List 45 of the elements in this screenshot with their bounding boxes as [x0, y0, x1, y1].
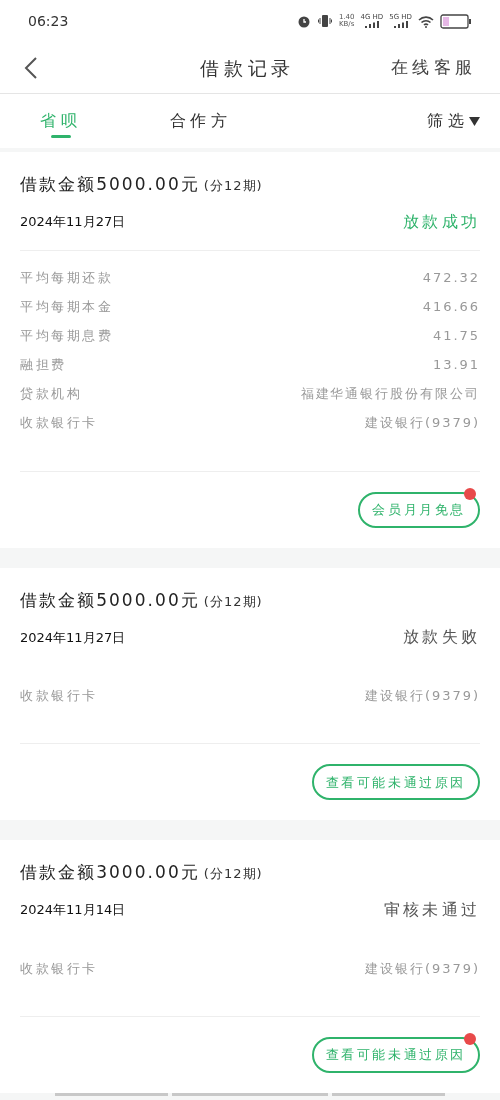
- loan-term: (分12期): [203, 865, 263, 884]
- detail-label: 平均每期息费: [20, 326, 114, 345]
- loan-date: 2024年11月27日: [20, 213, 126, 232]
- loan-status: 放款成功: [403, 211, 480, 233]
- loan-amount: 借款金额3000.00元: [20, 861, 200, 885]
- action-button[interactable]: 查看可能未通过原因: [311, 764, 480, 801]
- loan-term: (分12期): [203, 177, 263, 196]
- loan-date: 2024年11月27日: [20, 628, 126, 647]
- signal-icon: [363, 21, 380, 29]
- loan-amount: 借款金额5000.00元: [20, 173, 200, 197]
- loan-status: 审核未通过: [384, 899, 480, 921]
- detail-label: 融担费: [20, 355, 67, 374]
- detail-label: 收款银行卡: [20, 959, 98, 978]
- dropdown-icon: [469, 116, 480, 126]
- detail-label: 平均每期本金: [20, 297, 114, 316]
- status-time: 06:23: [28, 11, 69, 31]
- detail-label: 收款银行卡: [20, 687, 98, 706]
- loan-status: 放款失败: [403, 626, 480, 649]
- signal-icon: [392, 21, 409, 29]
- back-icon: [24, 55, 38, 80]
- detail-value: 建设银行(9379): [365, 687, 480, 706]
- detail-label: 平均每期还款: [20, 268, 114, 287]
- detail-value: 建设银行(9379): [365, 413, 480, 432]
- detail-value: 41.75: [433, 326, 480, 345]
- battery-icon: [440, 13, 472, 29]
- action-button[interactable]: 查看可能未通过原因: [311, 1037, 480, 1073]
- tab[interactable]: 省呗: [20, 93, 102, 149]
- wifi-icon: [418, 14, 434, 28]
- detail-value: 福建华通银行股份有限公司: [300, 384, 480, 403]
- detail-value: 416.66: [422, 297, 480, 316]
- action-button[interactable]: 会员月月免息: [358, 492, 480, 528]
- alarm-icon: [296, 14, 311, 29]
- detail-label: 贷款机构: [20, 384, 83, 403]
- filter-button[interactable]: 筛选: [427, 109, 469, 134]
- tab[interactable]: 合作方: [149, 93, 252, 149]
- customer-service-link[interactable]: 在线客服: [391, 55, 476, 81]
- detail-label: 收款银行卡: [20, 413, 98, 432]
- loan-amount: 借款金额5000.00元: [20, 589, 200, 612]
- detail-value: 472.32: [422, 268, 480, 287]
- vibrate-icon: [316, 14, 333, 29]
- page-title: 借款记录: [200, 55, 295, 81]
- loan-term: (分12期): [203, 593, 263, 611]
- detail-value: 建设银行(9379): [365, 959, 480, 978]
- loan-date: 2024年11月14日: [20, 901, 126, 920]
- detail-value: 13.91: [433, 355, 480, 374]
